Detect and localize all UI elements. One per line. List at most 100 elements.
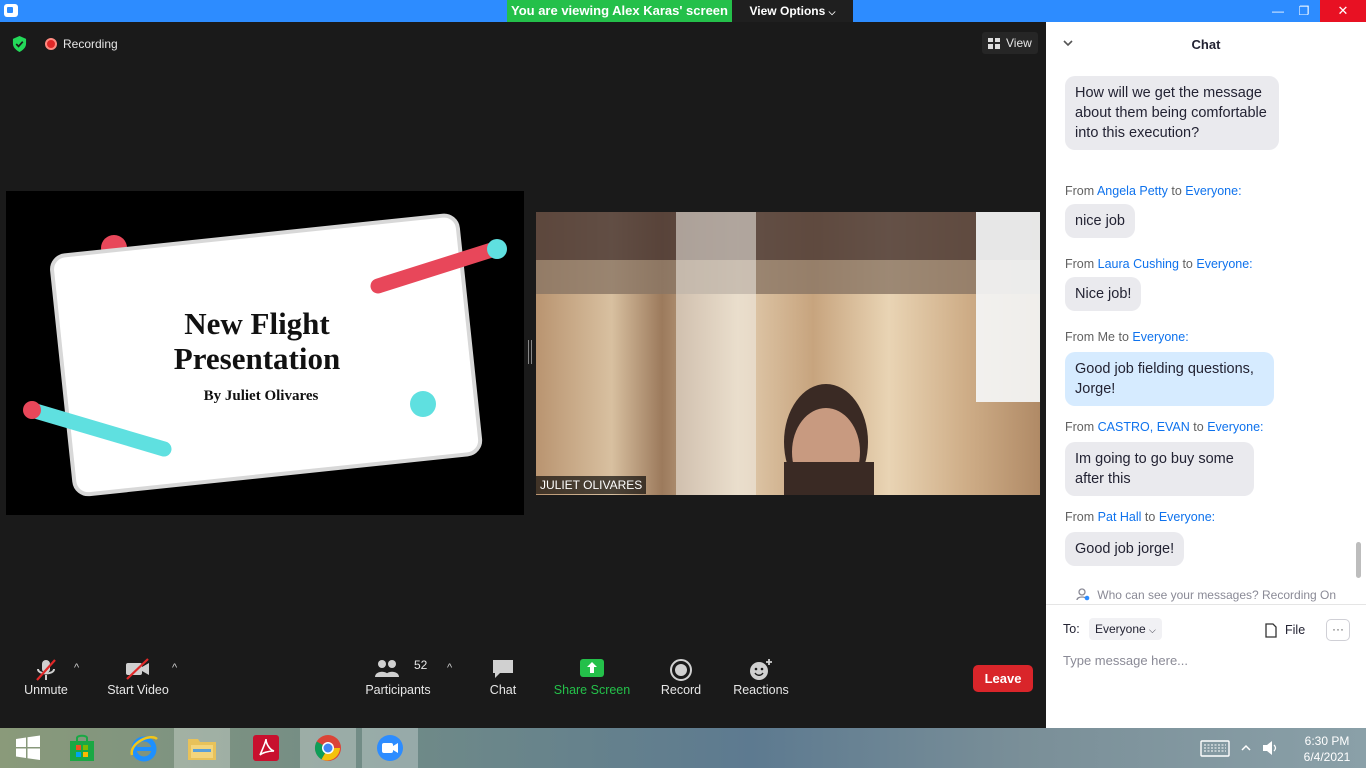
privacy-notice-text: Who can see your messages? Recording On	[1097, 588, 1337, 602]
taskbar-internet-explorer[interactable]	[116, 728, 172, 768]
view-options-label: View Options	[749, 4, 826, 18]
recording-indicator[interactable]: Recording	[45, 36, 118, 52]
record-button[interactable]: Record	[656, 654, 706, 702]
recipient-select[interactable]: Everyone ⌵	[1089, 618, 1162, 640]
keyboard-icon[interactable]	[1200, 738, 1230, 758]
audio-options-caret-icon[interactable]: ^	[74, 662, 79, 674]
share-screen-label: Share Screen	[553, 683, 631, 697]
participant-name-tag: JULIET OLIVARES	[536, 476, 647, 494]
participants-icon	[375, 660, 400, 677]
taskbar-clock[interactable]: 6:30 PM 6/4/2021	[1290, 733, 1364, 765]
from-prefix: From Me	[1065, 330, 1115, 344]
slide-title-line1: New Flight	[184, 306, 330, 341]
to-label: To:	[1063, 622, 1080, 636]
taskbar-acrobat[interactable]	[238, 728, 294, 768]
shared-screen[interactable]: New Flight Presentation By Juliet Olivar…	[6, 191, 524, 515]
view-button[interactable]: View	[982, 32, 1038, 54]
presentation-slide: New Flight Presentation By Juliet Olivar…	[23, 213, 507, 497]
participant-video[interactable]	[536, 212, 1040, 495]
minimize-button[interactable]: —	[1264, 0, 1292, 22]
person-settings-icon	[1076, 588, 1090, 601]
chat-scrollbar-thumb[interactable]	[1356, 542, 1361, 578]
reactions-label: Reactions	[733, 683, 789, 697]
splitter-handle[interactable]	[528, 340, 532, 364]
unmute-button[interactable]: Unmute	[17, 654, 75, 702]
record-label: Record	[660, 683, 702, 697]
sender-name[interactable]: Angela Petty	[1097, 184, 1168, 198]
chat-button[interactable]: Chat	[482, 654, 524, 702]
internet-explorer-icon	[130, 736, 158, 762]
recipient-name[interactable]: Everyone:	[1185, 184, 1241, 198]
more-options-button[interactable]: ···	[1326, 619, 1350, 641]
view-options-button[interactable]: View Options ⌵	[732, 0, 853, 22]
zoom-icon	[377, 735, 403, 761]
to-prefix: to	[1118, 330, 1129, 344]
video-frame	[536, 212, 1040, 495]
chat-message-bubble: Nice job!	[1065, 277, 1142, 311]
chevron-up-icon[interactable]	[1240, 742, 1252, 754]
chat-sender-line: From Me to Everyone:	[1065, 330, 1189, 344]
adobe-acrobat-icon	[253, 735, 279, 761]
sender-name[interactable]: CASTRO, EVAN	[1098, 420, 1190, 434]
chat-message-list[interactable]: How will we get the message about them b…	[1046, 68, 1366, 580]
windows-logo-icon	[16, 735, 40, 760]
video-off-icon	[126, 658, 149, 680]
chat-sender-line: From Pat Hall to Everyone:	[1065, 510, 1215, 524]
recipient-name[interactable]: Everyone:	[1196, 257, 1252, 271]
privacy-notice[interactable]: Who can see your messages? Recording On	[1046, 584, 1366, 606]
sender-name[interactable]: Laura Cushing	[1098, 257, 1179, 271]
viewing-banner: You are viewing Alex Karas' screen	[507, 0, 732, 22]
taskbar-chrome[interactable]	[300, 728, 356, 768]
grid-icon	[988, 37, 1000, 49]
start-video-button[interactable]: Start Video	[104, 654, 172, 702]
recipient-name[interactable]: Everyone:	[1159, 510, 1215, 524]
title-bar: You are viewing Alex Karas' screen View …	[0, 0, 1366, 22]
participants-button[interactable]: 52 Participants	[364, 654, 432, 702]
recipient-name[interactable]: Everyone:	[1132, 330, 1188, 344]
slide-byline: By Juliet Olivares	[204, 388, 319, 404]
file-button[interactable]: File	[1265, 620, 1305, 640]
from-prefix: From	[1065, 420, 1095, 434]
leave-button[interactable]: Leave	[973, 665, 1033, 692]
chevron-down-icon: ⌵	[828, 7, 836, 17]
zoom-app-icon	[4, 4, 18, 17]
close-button[interactable]: ✕	[1320, 0, 1366, 22]
reactions-button[interactable]: Reactions	[730, 654, 792, 702]
recipient-select-value: Everyone	[1095, 622, 1146, 636]
chat-panel: Chat How will we get the message about t…	[1046, 22, 1366, 728]
from-prefix: From	[1065, 257, 1095, 271]
store-bag-icon	[70, 734, 94, 761]
divider	[1046, 604, 1366, 605]
restore-button[interactable]: ❐	[1290, 0, 1318, 22]
to-prefix: to	[1171, 184, 1182, 198]
start-video-label: Start Video	[107, 683, 169, 697]
chat-title: Chat	[1191, 37, 1221, 52]
taskbar-store[interactable]	[54, 728, 110, 768]
message-input[interactable]	[1063, 649, 1353, 671]
recipient-name[interactable]: Everyone:	[1207, 420, 1263, 434]
volume-icon[interactable]	[1262, 740, 1280, 756]
chat-message-bubble-mine: Good job fielding questions, Jorge!	[1065, 352, 1274, 406]
to-prefix: to	[1144, 510, 1156, 524]
from-prefix: From	[1065, 510, 1095, 524]
participants-caret-icon[interactable]: ^	[447, 662, 452, 674]
file-icon	[1265, 622, 1277, 638]
chat-label: Chat	[489, 683, 517, 697]
record-icon	[670, 659, 692, 681]
video-options-caret-icon[interactable]: ^	[172, 662, 177, 674]
sender-name[interactable]: Pat Hall	[1098, 510, 1142, 524]
view-label: View	[1006, 36, 1032, 50]
chat-sender-line: From CASTRO, EVAN to Everyone:	[1065, 420, 1264, 434]
chevron-down-icon: ⌵	[1149, 625, 1156, 635]
clock-time: 6:30 PM	[1304, 734, 1350, 748]
start-button[interactable]	[0, 728, 56, 768]
recording-label: Recording	[63, 37, 118, 51]
taskbar-zoom[interactable]	[362, 728, 418, 768]
shield-icon[interactable]	[12, 36, 27, 52]
smiley-plus-icon	[750, 659, 772, 680]
participants-count: 52	[414, 658, 428, 672]
chat-message-bubble: How will we get the message about them b…	[1065, 76, 1279, 150]
to-prefix: to	[1193, 420, 1204, 434]
share-screen-button[interactable]: Share Screen	[552, 654, 632, 702]
taskbar-file-explorer[interactable]	[174, 728, 230, 768]
